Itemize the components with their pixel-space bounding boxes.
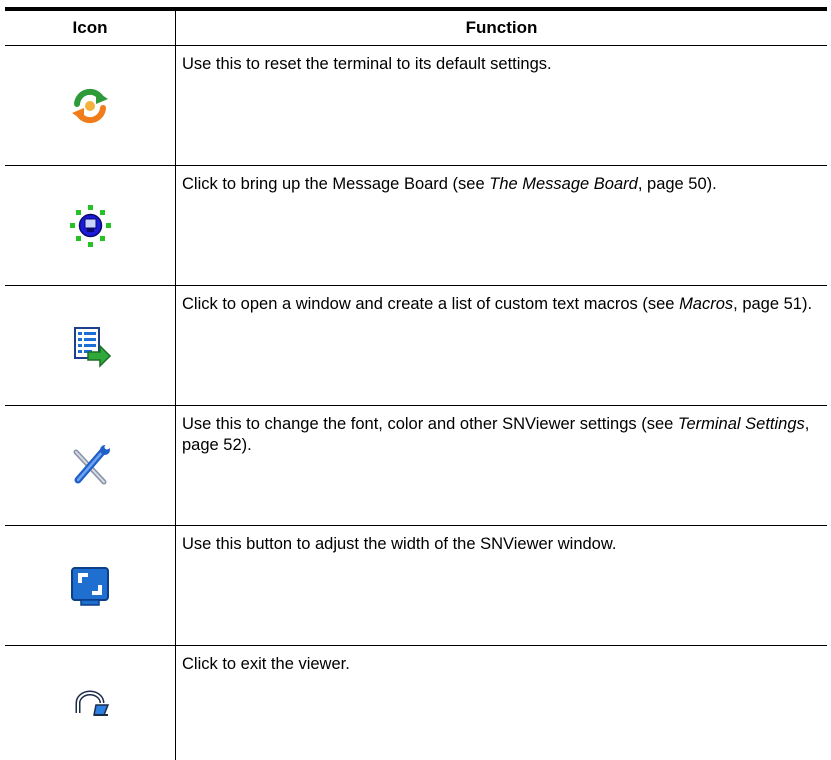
function-text: Click to bring up the Message Board (see — [182, 175, 490, 193]
function-cell: Use this button to adjust the width of t… — [176, 526, 827, 645]
table-row: Use this button to adjust the width of t… — [5, 526, 827, 646]
macros-icon — [74, 326, 112, 368]
table-header-row: Icon Function — [5, 11, 827, 46]
function-cell: Use this to change the font, color and o… — [176, 406, 827, 525]
function-cell: Use this to reset the terminal to its de… — [176, 46, 827, 165]
function-cell: Click to bring up the Message Board (see… — [176, 166, 827, 285]
icon-cell — [5, 646, 176, 760]
function-text: Click to exit the viewer. — [182, 655, 350, 673]
table-row: Use this to change the font, color and o… — [5, 406, 827, 526]
terminal-settings-icon — [73, 444, 110, 484]
table-row: Click to open a window and create a list… — [5, 286, 827, 406]
icon-cell — [5, 46, 176, 165]
icon-cell — [5, 166, 176, 285]
exit-icon — [75, 690, 110, 716]
cross-reference: The Message Board — [489, 175, 638, 193]
function-cell: Click to exit the viewer. — [176, 646, 827, 760]
cross-reference: Macros — [679, 295, 734, 313]
function-text: Use this to change the font, color and o… — [182, 415, 678, 433]
message-board-icon — [70, 204, 111, 247]
function-text: Use this to reset the terminal to its de… — [182, 55, 552, 73]
table-row: Use this to reset the terminal to its de… — [5, 46, 827, 166]
header-function-label: Function — [465, 18, 538, 37]
reset-icon — [72, 88, 108, 123]
icon-function-table: Icon Function Use this to reset the term… — [5, 7, 827, 760]
header-function-cell: Function — [176, 11, 827, 45]
header-icon-cell: Icon — [5, 11, 176, 45]
cross-reference: Terminal Settings — [677, 415, 805, 433]
function-text-tail: , page 50). — [637, 175, 717, 193]
table-row: Click to exit the viewer. — [5, 646, 827, 760]
function-text: Click to open a window and create a list… — [182, 295, 680, 313]
function-cell: Click to open a window and create a list… — [176, 286, 827, 405]
icon-cell — [5, 526, 176, 645]
icon-cell — [5, 406, 176, 525]
adjust-width-icon — [71, 566, 109, 606]
icon-cell — [5, 286, 176, 405]
header-icon-label: Icon — [72, 18, 108, 37]
table-row: Click to bring up the Message Board (see… — [5, 166, 827, 286]
function-text-tail: , page 51). — [733, 295, 813, 313]
function-text: Use this button to adjust the width of t… — [182, 535, 617, 553]
